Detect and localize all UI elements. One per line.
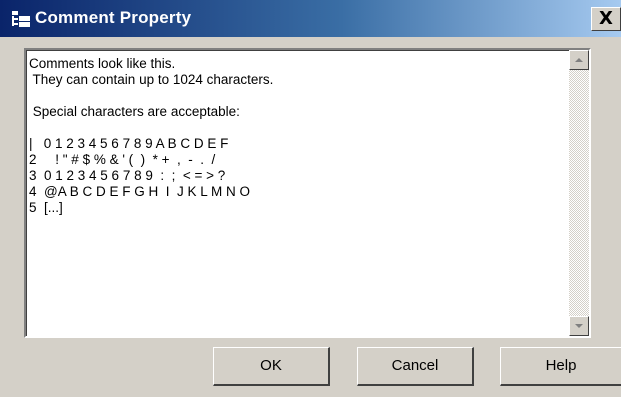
comment-editor: Comments look like this. They can contai… bbox=[24, 48, 591, 338]
comment-text-area[interactable]: Comments look like this. They can contai… bbox=[29, 56, 564, 332]
comment-property-dialog: Comment Property X Comments look like th… bbox=[0, 0, 621, 397]
arrow-down-icon bbox=[575, 324, 583, 328]
ok-button[interactable]: OK bbox=[213, 347, 330, 386]
close-button[interactable]: X bbox=[591, 7, 621, 31]
window-title: Comment Property bbox=[35, 8, 192, 27]
arrow-up-icon bbox=[575, 58, 583, 62]
scroll-up-button[interactable] bbox=[569, 50, 589, 70]
cancel-button[interactable]: Cancel bbox=[357, 347, 474, 386]
help-button[interactable]: Help bbox=[500, 347, 621, 386]
close-icon: X bbox=[599, 8, 613, 29]
title-bar[interactable]: Comment Property X bbox=[0, 0, 621, 37]
vertical-scrollbar[interactable] bbox=[569, 50, 589, 336]
tree-icon bbox=[12, 11, 30, 27]
scroll-down-button[interactable] bbox=[569, 316, 589, 336]
